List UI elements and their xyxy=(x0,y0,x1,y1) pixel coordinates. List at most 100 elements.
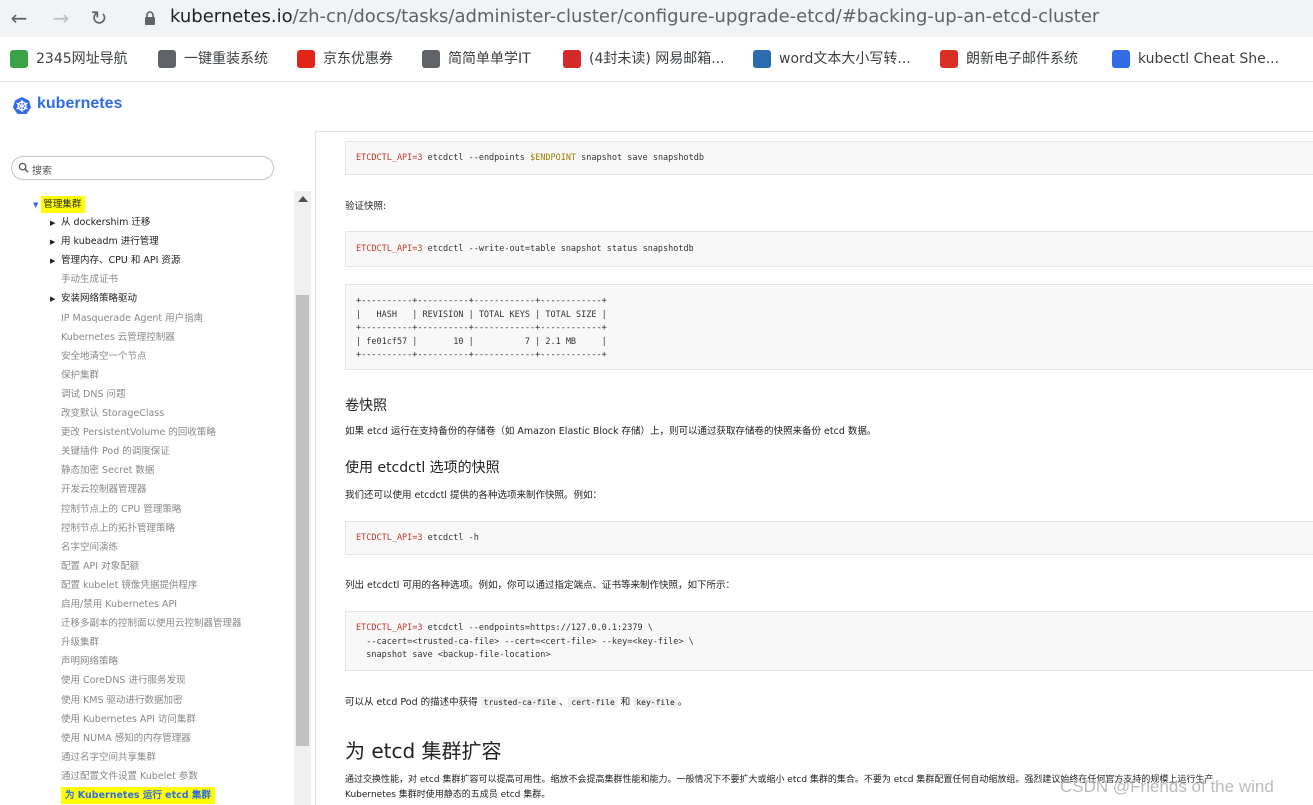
sidebar-nav-label: 从 dockershim 迁移 xyxy=(61,217,151,228)
sidebar-nav-item[interactable]: 调试 DNS 问题 xyxy=(50,388,126,402)
bookmark-item[interactable]: 一键重装系统 xyxy=(158,49,268,69)
bookmark-item[interactable]: word文本大小写转... xyxy=(753,49,911,69)
code-block-snapshot-with-certs: ETCDCTL_API=3 etcdctl --endpoints=https:… xyxy=(345,611,1313,671)
code-env: ETCDCTL_API=3 xyxy=(356,623,423,633)
sidebar-nav-label: 升级集群 xyxy=(61,637,100,648)
sidebar-scrollbar[interactable] xyxy=(294,191,311,805)
verify-label: 验证快照: xyxy=(345,201,387,212)
tree-root-manage-cluster[interactable]: ▼ 管理集群 xyxy=(33,196,86,213)
bookmark-item[interactable]: (4封未读) 网易邮箱... xyxy=(563,49,725,69)
text: 、 xyxy=(558,697,569,708)
sidebar-nav-item[interactable]: 控制节点上的 CPU 管理策略 xyxy=(50,503,181,517)
bookmark-item[interactable]: kubectl Cheat She... xyxy=(1112,49,1279,69)
sidebar-nav-item[interactable]: 迁移多副本的控制面以使用云控制器管理器 xyxy=(50,617,242,631)
code-text: etcdctl --write-out=table snapshot statu… xyxy=(422,244,694,254)
sidebar-nav-label: IP Masquerade Agent 用户指南 xyxy=(61,313,204,324)
sidebar-nav-item[interactable]: ▶ 管理内存、CPU 和 API 资源 xyxy=(50,254,180,268)
sidebar-nav-item[interactable]: 关键插件 Pod 的调度保证 xyxy=(50,445,170,459)
address-bar-area: ← → ↻ kubernetes.io/zh-cn/docs/tasks/adm… xyxy=(0,0,1313,37)
sidebar-nav-item[interactable]: 配置 kubelet 镜像凭据提供程序 xyxy=(50,579,197,593)
sidebar-nav-item[interactable]: 配置 API 对象配额 xyxy=(50,560,139,574)
scrollbar-thumb[interactable] xyxy=(296,295,309,746)
bookmark-label: kubectl Cheat She... xyxy=(1138,51,1280,67)
forward-arrow-icon[interactable]: → xyxy=(48,6,74,30)
sidebar-nav-label: 使用 Kubernetes API 访问集群 xyxy=(61,714,196,725)
sidebar-nav-label: 安装网络策略驱动 xyxy=(61,293,138,304)
jd-icon xyxy=(297,50,315,68)
sidebar-nav-item[interactable]: 使用 KMS 驱动进行数据加密 xyxy=(50,694,183,708)
inline-code: trusted-ca-file xyxy=(480,697,559,708)
heading-scale-etcd: 为 etcd 集群扩容 xyxy=(345,739,502,763)
bookmark-label: 2345网址导航 xyxy=(36,51,128,67)
sidebar-nav-label: 控制节点上的 CPU 管理策略 xyxy=(61,504,182,515)
sidebar-nav-label: 用 kubeadm 进行管理 xyxy=(61,236,159,247)
sidebar-nav-item[interactable]: ▶ 用 kubeadm 进行管理 xyxy=(50,235,159,249)
2345-icon xyxy=(10,50,28,68)
bookmark-item[interactable]: 朗新电子邮件系统 xyxy=(940,49,1078,69)
sidebar-nav-label: 使用 KMS 驱动进行数据加密 xyxy=(61,695,183,706)
sidebar-nav-item[interactable]: 控制节点上的拓扑管理策略 xyxy=(50,522,175,536)
back-arrow-icon[interactable]: ← xyxy=(6,6,32,30)
sidebar-nav-item[interactable]: 通过名字空间共享集群 xyxy=(50,751,156,765)
code-text: snapshot save snapshotdb xyxy=(576,153,704,163)
sidebar-nav-label: 管理内存、CPU 和 API 资源 xyxy=(61,255,181,266)
bookmark-item[interactable]: 简简单单学IT xyxy=(422,49,531,69)
scroll-up-arrow-icon[interactable] xyxy=(298,196,308,202)
text: 可以从 etcd Pod 的描述中获得 xyxy=(345,697,481,708)
sidebar-nav-item[interactable]: ▶ 从 dockershim 迁移 xyxy=(50,216,150,230)
code-env: ETCDCTL_API=3 xyxy=(356,244,423,254)
sidebar-nav-item[interactable]: Kubernetes 云管理控制器 xyxy=(50,331,175,345)
code-var: $ENDPOINT xyxy=(530,153,577,163)
nav-tree: ▼ 管理集群 ▶ 从 dockershim 迁移 ▶ 用 kubeadm 进行管理 ▶ 管… xyxy=(0,191,290,805)
sidebar-nav-label: 安全地清空一个节点 xyxy=(61,351,147,362)
sidebar-nav-item[interactable]: IP Masquerade Agent 用户指南 xyxy=(50,312,203,326)
sidebar-nav-item[interactable]: 使用 NUMA 感知的内存管理器 xyxy=(50,732,191,746)
sidebar-nav-item[interactable]: 安全地清空一个节点 xyxy=(50,350,147,364)
sidebar-nav-item[interactable]: 保护集群 xyxy=(50,369,99,383)
chevron-right-icon: ▶ xyxy=(50,295,56,303)
url-field[interactable]: kubernetes.io/zh-cn/docs/tasks/administe… xyxy=(128,1,1313,35)
lock-icon xyxy=(145,11,155,25)
paragraph-obtain-certs: 可以从 etcd Pod 的描述中获得 trusted-ca-file、 cert… xyxy=(345,694,687,708)
url-text: kubernetes.io/zh-cn/docs/tasks/administe… xyxy=(170,6,1100,27)
sidebar-nav-label: 为 Kubernetes 运行 etcd 集群 xyxy=(61,787,215,804)
sidebar-nav-item[interactable]: 改变默认 StorageClass xyxy=(50,407,164,421)
paragraph-scale-2: Kubernetes 集群时使用静态的五成员 etcd 集群。 xyxy=(345,790,551,800)
sidebar-nav-label: 开发云控制器管理器 xyxy=(61,484,147,495)
sidebar-nav-label: 手动生成证书 xyxy=(61,274,119,285)
sidebar-nav-label: 改变默认 StorageClass xyxy=(61,408,165,419)
sidebar-nav-item[interactable]: 使用 CoreDNS 进行服务发现 xyxy=(50,674,185,688)
sidebar-nav-label: 名字空间演练 xyxy=(61,542,119,553)
inline-code: key-file xyxy=(633,697,678,708)
site-brand[interactable]: kubernetes xyxy=(37,95,122,113)
sidebar-nav-item[interactable]: 通过配置文件设置 Kubelet 参数 xyxy=(50,770,198,784)
search-input[interactable]: 搜索 xyxy=(11,156,274,180)
code-env: ETCDCTL_API=3 xyxy=(356,153,423,163)
sidebar-nav-item[interactable]: 声明网络策略 xyxy=(50,655,118,669)
bookmark-item[interactable]: 2345网址导航 xyxy=(10,49,128,69)
reload-icon[interactable]: ↻ xyxy=(86,6,112,30)
sidebar-nav-item[interactable]: 开发云控制器管理器 xyxy=(50,483,147,497)
chevron-right-icon: ▶ xyxy=(50,257,56,265)
sidebar-nav-item[interactable]: 更改 PersistentVolume 的回收策略 xyxy=(50,426,216,440)
sidebar-nav-item[interactable]: 名字空间演练 xyxy=(50,541,118,555)
sidebar-nav-item[interactable]: 使用 Kubernetes API 访问集群 xyxy=(50,713,196,727)
paragraph-etcdctl-options: 我们还可以使用 etcdctl 提供的各种选项来制作快照。例如： xyxy=(345,490,602,501)
sidebar-nav-item[interactable]: 静态加密 Secret 数据 xyxy=(50,464,154,478)
k8s-icon xyxy=(1112,50,1130,68)
sidebar-nav-label: Kubernetes 云管理控制器 xyxy=(61,332,175,343)
sidebar-nav-label: 控制节点上的拓扑管理策略 xyxy=(61,523,176,534)
sidebar-nav-item[interactable]: ▶ 安装网络策略驱动 xyxy=(50,292,137,306)
bookmark-item[interactable]: 京东优惠券 xyxy=(297,49,393,69)
xue-icon xyxy=(753,50,771,68)
kubernetes-logo-icon[interactable] xyxy=(12,96,32,116)
sidebar-nav-item[interactable]: 启用/禁用 Kubernetes API xyxy=(50,598,177,612)
paragraph-list-options: 列出 etcdctl 可用的各种选项。例如，你可以通过指定端点、证书等来制作快照… xyxy=(345,580,735,591)
csdn-watermark: CSDN @Friends of the wind xyxy=(1060,777,1274,796)
sidebar-nav-label: 声明网络策略 xyxy=(61,656,119,667)
code-text: etcdctl --endpoints xyxy=(422,153,530,163)
sidebar-nav-item[interactable]: 为 Kubernetes 运行 etcd 集群 xyxy=(50,787,215,804)
sidebar-nav-item[interactable]: 手动生成证书 xyxy=(50,273,118,287)
text: 和 xyxy=(617,697,634,708)
sidebar-nav-item[interactable]: 升级集群 xyxy=(50,636,99,650)
